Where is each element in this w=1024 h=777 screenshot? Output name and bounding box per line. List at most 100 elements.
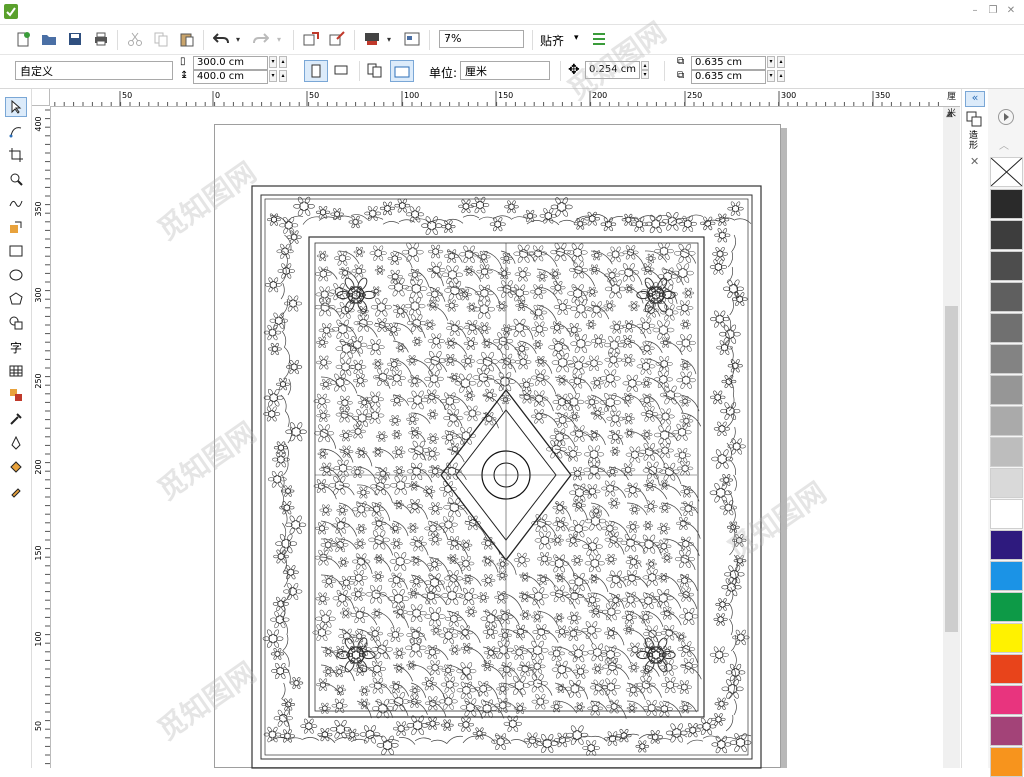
options-icon[interactable] [588,28,610,50]
import-icon[interactable] [300,28,322,50]
color-swatch[interactable] [990,251,1023,281]
property-bar: 自定义 ⌄ ▯ ↨ 300.0 cm ▾ ▴ 400.0 cm ▾ ▴ 单位: … [0,55,1024,89]
ruler-origin[interactable] [32,89,50,106]
ellipse-tool-icon[interactable] [5,265,27,285]
paste-icon[interactable] [176,28,198,50]
undo-icon[interactable] [210,28,232,50]
duplicate-x-spin[interactable]: ▾ [767,56,775,68]
color-swatch[interactable] [990,313,1023,343]
page-height-spin[interactable]: ▾ [269,70,277,82]
undo-dropdown-arrow[interactable]: ▾ [236,35,240,44]
horizontal-ruler[interactable]: 50 0 50 100 150 200 250 300 350 [32,89,960,107]
crop-tool-icon[interactable] [5,145,27,165]
color-swatch[interactable] [990,282,1023,312]
page-width-spin-up[interactable]: ▴ [279,56,287,68]
minimize-button[interactable]: – [968,4,982,18]
vertical-scrollbar-thumb[interactable] [945,306,958,632]
eyedropper-tool-icon[interactable] [5,409,27,429]
publish-icon[interactable] [361,28,383,50]
save-icon[interactable] [64,28,86,50]
shaping-docker-icon[interactable] [966,111,982,127]
close-window-button[interactable]: ✕ [1004,4,1018,18]
color-swatch[interactable] [990,654,1023,684]
portrait-button[interactable] [304,60,328,82]
current-page-button[interactable] [390,60,414,82]
vertical-ruler[interactable]: 400 350 300 250 200 150 100 50 [32,106,51,768]
landscape-button[interactable] [330,60,354,82]
page-width-spin[interactable]: ▾ [269,56,277,68]
nudge-spin-up[interactable]: ▴ [641,61,649,70]
units-dropdown[interactable]: 厘米 ⌄ [460,61,550,80]
polygon-tool-icon[interactable] [5,289,27,309]
color-swatch[interactable] [990,592,1023,622]
palette-menu-button[interactable] [998,109,1014,125]
docker-close-button[interactable]: ✕ [970,155,979,168]
page-width-field[interactable]: 300.0 cm [193,56,268,70]
pick-tool-icon[interactable] [5,97,27,117]
color-swatch[interactable] [990,530,1023,560]
parallel-dimension-icon[interactable] [5,385,27,405]
nudge-distance-field[interactable]: 0.254 cm [585,61,640,79]
duplicate-x-icon: ⧉ [677,56,685,67]
duplicate-y-spin-up[interactable]: ▴ [777,70,785,82]
page[interactable] [214,124,781,769]
color-swatch[interactable] [990,685,1023,715]
palette-scroll-up-icon[interactable]: ︿ [999,137,1009,152]
publish-dropdown-arrow[interactable]: ▾ [387,35,391,44]
page-height-spin-up[interactable]: ▴ [279,70,287,82]
export-icon[interactable] [326,28,348,50]
ruler-label: 200 [34,459,43,474]
color-swatch[interactable] [990,375,1023,405]
nudge-spin-down[interactable]: ▾ [641,70,649,79]
color-swatch[interactable] [990,220,1023,250]
app-launcher-icon[interactable] [401,28,423,50]
color-swatch[interactable] [990,623,1023,653]
duplicate-y-field[interactable]: 0.635 cm [691,70,766,84]
color-swatch[interactable] [990,468,1023,498]
zoom-level-dropdown[interactable]: 7% ⌄ [439,30,524,48]
color-swatch[interactable] [990,189,1023,219]
rectangle-tool-icon[interactable] [5,241,27,261]
freehand-tool-icon[interactable] [5,193,27,213]
color-swatch[interactable] [990,561,1023,591]
interactive-fill-icon[interactable] [5,457,27,477]
zoom-tool-icon[interactable] [5,169,27,189]
copy-icon[interactable] [150,28,172,50]
color-swatch[interactable] [990,406,1023,436]
cut-icon[interactable] [124,28,146,50]
basic-shapes-icon[interactable] [5,313,27,333]
docker-tab-label[interactable]: 造形 [969,131,981,151]
print-icon[interactable] [90,28,112,50]
docker-expand-button[interactable]: « [965,91,985,107]
redo-dropdown-arrow[interactable]: ▾ [277,35,281,44]
snap-dropdown-arrow[interactable]: ▾ [574,33,579,43]
snap-to-button[interactable]: 贴齐 [540,32,564,49]
redo-icon[interactable] [250,28,272,50]
page-height-field[interactable]: 400.0 cm [193,70,268,84]
smart-fill-tool-icon[interactable] [5,481,27,501]
ruler-label: 50 [309,91,319,100]
chevron-down-icon: ⌄ [465,63,473,73]
page-size-dropdown[interactable]: 自定义 ⌄ [15,61,173,80]
color-swatch[interactable] [990,747,1023,777]
ruler-label: 150 [498,91,513,100]
color-swatch[interactable] [990,344,1023,374]
all-pages-button[interactable] [364,60,388,82]
carpet-artwork[interactable] [251,185,762,769]
open-icon[interactable] [38,28,60,50]
restore-button[interactable]: ❐ [986,4,1000,18]
color-swatch[interactable] [990,716,1023,746]
smart-fill-icon[interactable] [5,217,27,237]
color-swatch[interactable] [990,499,1023,529]
no-color-swatch[interactable] [990,157,1023,187]
shape-tool-icon[interactable] [5,121,27,141]
table-tool-icon[interactable] [5,361,27,381]
color-swatch[interactable] [990,437,1023,467]
duplicate-y-spin[interactable]: ▾ [767,70,775,82]
new-document-icon[interactable] [12,28,34,50]
chevron-down-icon: ⌄ [444,32,452,42]
text-tool-icon[interactable]: 字 [5,337,27,357]
duplicate-x-spin-up[interactable]: ▴ [777,56,785,68]
duplicate-x-field[interactable]: 0.635 cm [691,56,766,70]
outline-pen-icon[interactable] [5,433,27,453]
